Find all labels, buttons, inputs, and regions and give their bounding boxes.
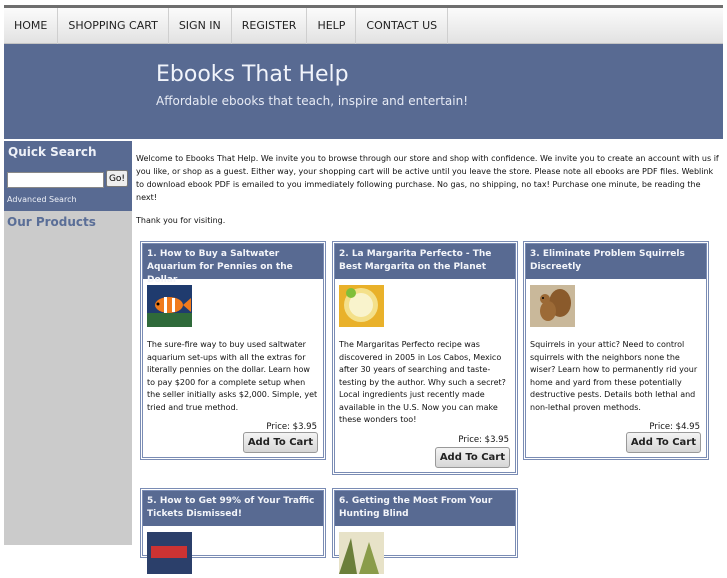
product-title[interactable]: 6. Getting the Most From Your Hunting Bl… bbox=[335, 491, 515, 526]
main-content: Welcome to Ebooks That Help. We invite y… bbox=[136, 152, 721, 237]
product-title[interactable]: 2. La Margarita Perfecto - The Best Marg… bbox=[335, 244, 515, 279]
nav-register[interactable]: REGISTER bbox=[232, 8, 308, 44]
search-input[interactable] bbox=[7, 172, 104, 188]
add-to-cart-button[interactable]: Add To Cart bbox=[625, 432, 701, 453]
product-title[interactable]: 1. How to Buy a Saltwater Aquarium for P… bbox=[143, 244, 323, 285]
sidebar: Quick Search Go! Advanced Search Our Pro… bbox=[4, 141, 132, 545]
nav-home[interactable]: HOME bbox=[4, 8, 59, 44]
clownfish-image[interactable] bbox=[147, 285, 192, 327]
product-title[interactable]: 5. How to Get 99% of Your Traffic Ticket… bbox=[143, 491, 323, 526]
banner: Ebooks That Help Affordable ebooks that … bbox=[4, 44, 723, 139]
quick-search-box: Go! Advanced Search bbox=[4, 164, 132, 211]
squirrel-image[interactable] bbox=[530, 285, 575, 327]
product-card: 2. La Margarita Perfecto - The Best Marg… bbox=[332, 241, 518, 475]
product-price: Price: $3.95 bbox=[458, 434, 509, 445]
site-tagline: Affordable ebooks that teach, inspire an… bbox=[156, 94, 469, 108]
site-title: Ebooks That Help bbox=[156, 62, 349, 87]
product-description: Squirrels in your attic? Need to control… bbox=[530, 340, 698, 412]
blind-image[interactable] bbox=[339, 532, 384, 574]
product-card: 3. Eliminate Problem Squirrels Discreetl… bbox=[523, 241, 709, 460]
product-card: 1. How to Buy a Saltwater Aquarium for P… bbox=[140, 241, 326, 460]
margarita-image[interactable] bbox=[339, 285, 384, 327]
product-card: 6. Getting the Most From Your Hunting Bl… bbox=[332, 488, 518, 574]
advanced-search-link[interactable]: Advanced Search bbox=[7, 195, 77, 204]
top-nav: HOME SHOPPING CART SIGN IN REGISTER HELP… bbox=[4, 5, 723, 44]
nav-shopping-cart[interactable]: SHOPPING CART bbox=[58, 8, 169, 44]
product-card: 5. How to Get 99% of Your Traffic Ticket… bbox=[140, 488, 326, 574]
go-button[interactable]: Go! bbox=[106, 170, 128, 187]
thanks-text: Thank you for visiting. bbox=[136, 216, 226, 225]
add-to-cart-button[interactable]: Add To Cart bbox=[434, 447, 510, 468]
product-price: Price: $3.95 bbox=[266, 422, 317, 432]
product-price: Price: $4.95 bbox=[649, 422, 700, 432]
quick-search-heading: Quick Search bbox=[4, 141, 132, 164]
nav-help[interactable]: HELP bbox=[307, 8, 357, 44]
nav-contact-us[interactable]: CONTACT US bbox=[356, 8, 449, 44]
product-description: The Margaritas Perfecto recipe was disco… bbox=[339, 340, 506, 424]
add-to-cart-button[interactable]: Add To Cart bbox=[242, 432, 318, 453]
our-products-heading: Our Products bbox=[4, 211, 132, 233]
product-description: The sure-fire way to buy used saltwater … bbox=[147, 340, 318, 412]
welcome-text: Welcome to Ebooks That Help. We invite y… bbox=[136, 154, 719, 202]
car-image[interactable] bbox=[147, 532, 192, 574]
nav-sign-in[interactable]: SIGN IN bbox=[169, 8, 232, 44]
product-title[interactable]: 3. Eliminate Problem Squirrels Discreetl… bbox=[526, 244, 706, 279]
